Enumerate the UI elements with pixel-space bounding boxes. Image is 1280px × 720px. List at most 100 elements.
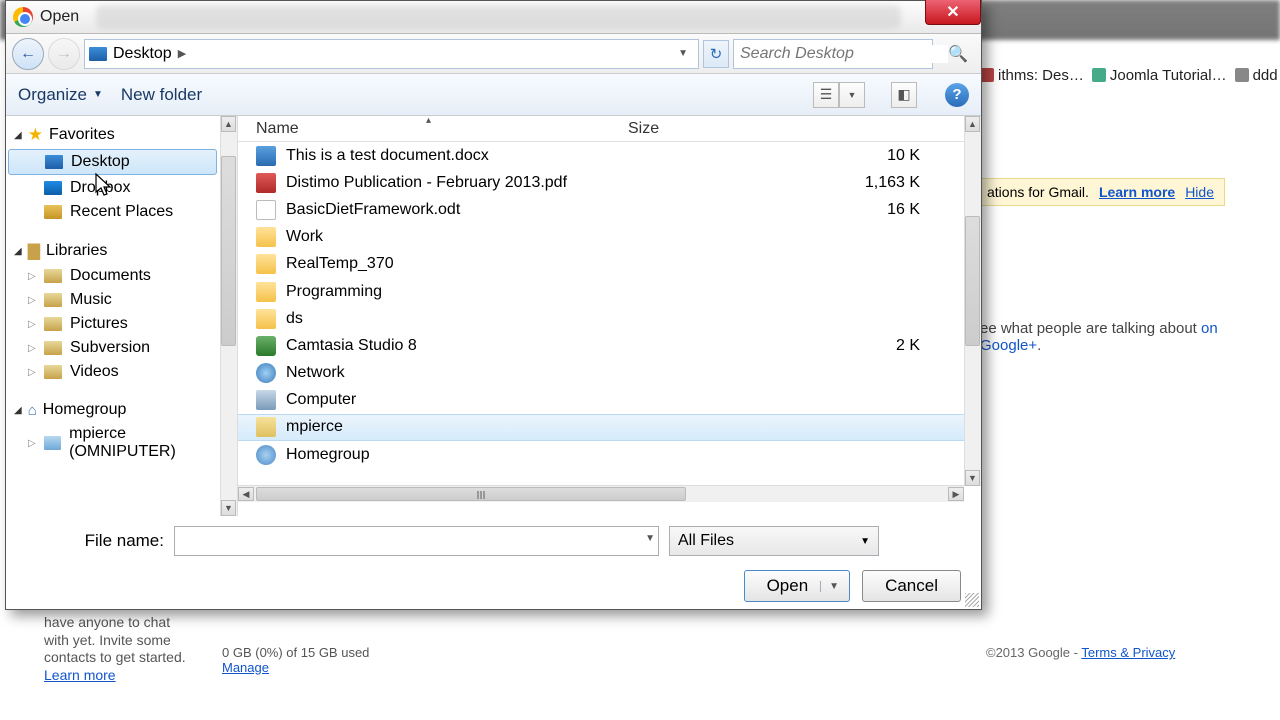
documents-icon [44,269,62,283]
chevron-right-icon[interactable]: ▶ [178,47,186,60]
expand-icon[interactable]: ▷ [28,438,36,449]
libraries-section[interactable]: ◢ ▇ Libraries [6,238,237,264]
search-box[interactable]: 🔍 [733,39,933,69]
star-icon: ★ [28,125,43,145]
close-icon: ✕ [946,2,959,22]
file-size: 16 K [856,201,926,219]
toolbar: Organize▼ New folder ☰ ▼ ◧ ? [6,74,981,116]
file-row[interactable]: Camtasia Studio 8 2 K [238,332,981,359]
back-button[interactable]: ← [12,38,44,70]
file-row[interactable]: BasicDietFramework.odt 16 K [238,196,981,223]
new-folder-button[interactable]: New folder [121,85,202,105]
scroll-thumb[interactable] [965,216,980,346]
close-button[interactable]: ✕ [925,0,981,25]
file-vscrollbar[interactable]: ▲ ▼ [964,116,981,486]
forward-button[interactable]: → [48,38,80,70]
refresh-icon: ↻ [710,45,723,63]
tree-item-desktop[interactable]: Desktop [8,149,217,175]
expand-icon[interactable]: ▷ [28,319,36,330]
file-row[interactable]: mpierce [238,414,981,441]
terms-link[interactable]: Terms & Privacy [1081,645,1175,660]
column-name[interactable]: Name [256,120,628,138]
hide-link[interactable]: Hide [1185,184,1214,200]
user-icon [256,417,276,437]
file-row[interactable]: Computer [238,387,981,414]
learn-more-link[interactable]: Learn more [1099,184,1175,200]
storage-usage: 0 GB (0%) of 15 GB used Manage [222,645,369,675]
tree-item-documents[interactable]: ▷Documents [6,264,237,288]
expand-icon[interactable]: ▷ [28,271,36,282]
preview-icon: ◧ [897,86,910,103]
scroll-up-icon[interactable]: ▲ [221,116,236,132]
file-name: Network [286,364,856,382]
expand-icon[interactable]: ▷ [28,367,36,378]
tree-item-videos[interactable]: ▷Videos [6,360,237,384]
file-row[interactable]: Homegroup [238,441,981,468]
search-input[interactable] [740,45,948,63]
refresh-button[interactable]: ↻ [703,40,729,68]
arrow-right-icon: → [56,45,72,63]
cancel-button[interactable]: Cancel [862,570,961,602]
file-type-filter[interactable]: All Files ▼ [669,526,879,556]
file-hscrollbar[interactable]: ◀ ▶ [238,485,964,502]
chat-empty-state: have anyone to chat with yet. Invite som… [44,614,194,684]
file-name: Homegroup [286,446,856,464]
file-name: Distimo Publication - February 2013.pdf [286,174,856,192]
open-button[interactable]: Open ▼ [744,570,851,602]
chat-learn-more-link[interactable]: Learn more [44,667,116,683]
open-split-dropdown[interactable]: ▼ [820,581,839,592]
manage-storage-link[interactable]: Manage [222,660,369,675]
scroll-down-icon[interactable]: ▼ [221,500,236,516]
file-list-pane: Name Size ▴ This is a test document.docx… [238,116,981,516]
file-name: This is a test document.docx [286,147,856,165]
arrow-left-icon: ← [20,45,36,63]
chevron-down-icon[interactable]: ▼ [645,533,655,544]
tree-item-recent[interactable]: Recent Places [6,200,237,224]
file-row[interactable]: Programming [238,278,981,305]
docx-icon [256,146,276,166]
breadcrumb[interactable]: Desktop ▶ ▼ [84,39,699,69]
column-size[interactable]: Size [628,120,659,138]
organize-menu[interactable]: Organize▼ [18,85,103,105]
chrome-icon [13,7,33,27]
tree-item-music[interactable]: ▷Music [6,288,237,312]
view-mode-button[interactable]: ☰ [813,82,839,108]
column-headers[interactable]: Name Size ▴ [238,116,981,142]
resize-grip[interactable] [965,593,979,607]
file-row[interactable]: ds [238,305,981,332]
browser-tabs: ithms: Des… Joomla Tutorial… ddd [980,60,1280,90]
preview-pane-button[interactable]: ◧ [891,82,917,108]
view-mode-dropdown[interactable]: ▼ [839,82,865,108]
breadcrumb-dropdown[interactable]: ▼ [672,48,694,59]
file-row[interactable]: RealTemp_370 [238,251,981,278]
scroll-thumb[interactable] [256,487,686,501]
net-icon [256,363,276,383]
expand-icon[interactable]: ▷ [28,295,36,306]
odt-icon [256,200,276,220]
nav-bar: ← → Desktop ▶ ▼ ↻ 🔍 [6,34,981,74]
tree-item-dropbox[interactable]: Dropbox [6,176,237,200]
help-button[interactable]: ? [945,83,969,107]
homegroup-section[interactable]: ◢ ⌂ Homegroup [6,398,237,422]
scroll-right-icon[interactable]: ▶ [948,487,964,501]
pdf-icon [256,173,276,193]
tree-item-subversion[interactable]: ▷Subversion [6,336,237,360]
tree-item-pictures[interactable]: ▷Pictures [6,312,237,336]
desktop-icon [45,155,63,169]
hg-icon [256,445,276,465]
file-row[interactable]: Distimo Publication - February 2013.pdf … [238,169,981,196]
scroll-up-icon[interactable]: ▲ [965,116,980,132]
scroll-down-icon[interactable]: ▼ [965,470,980,486]
file-row[interactable]: This is a test document.docx 10 K [238,142,981,169]
favorites-section[interactable]: ◢ ★ Favorites [6,122,237,148]
help-icon: ? [952,86,961,103]
scroll-left-icon[interactable]: ◀ [238,487,254,501]
tree-item-user[interactable]: ▷mpierce (OMNIPUTER) [6,422,237,464]
file-name-input[interactable]: ▼ [174,526,659,556]
expand-icon[interactable]: ▷ [28,343,36,354]
chevron-down-icon: ▼ [93,89,103,100]
titlebar[interactable]: Open ✕ [6,1,981,34]
file-row[interactable]: Network [238,360,981,387]
chevron-down-icon: ▼ [860,536,870,547]
file-row[interactable]: Work [238,224,981,251]
